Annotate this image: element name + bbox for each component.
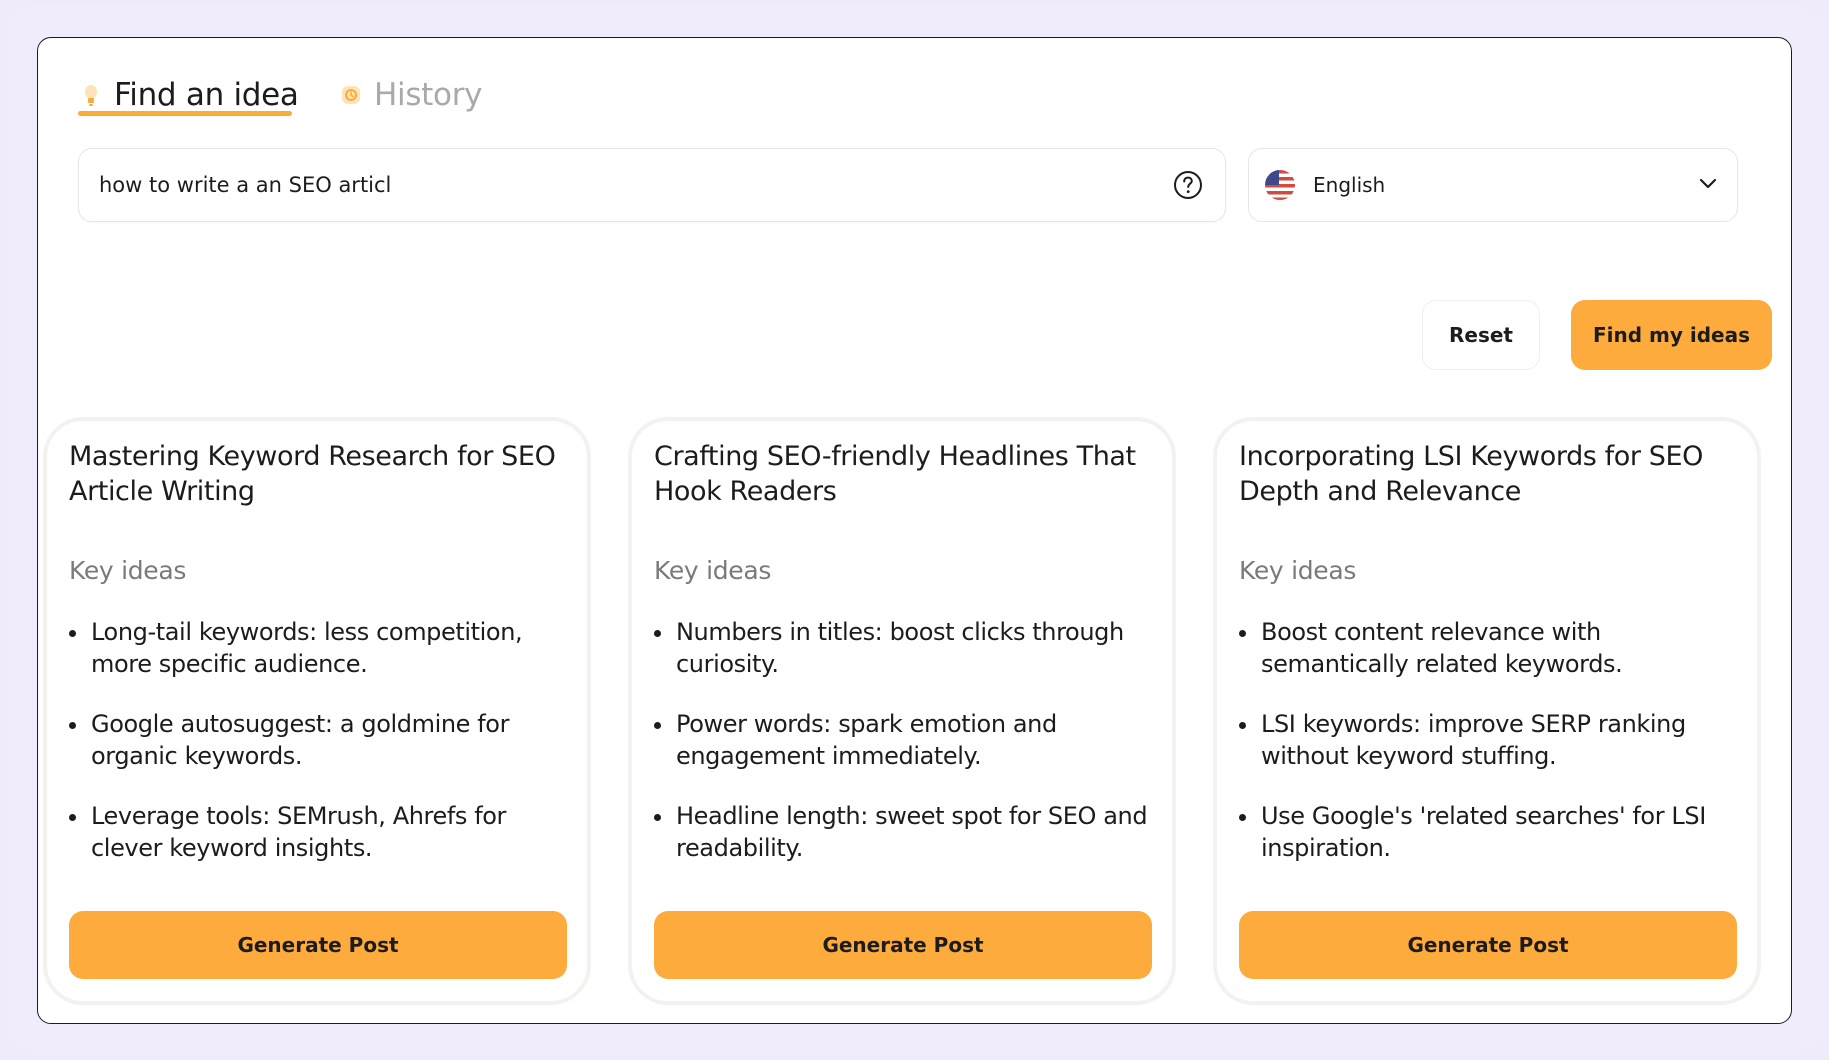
lightbulb-icon: [78, 82, 104, 108]
key-idea-item: Long-tail keywords: less competition, mo…: [69, 616, 569, 680]
chevron-down-icon: [1697, 172, 1719, 198]
card-title: Mastering Keyword Research for SEO Artic…: [69, 441, 556, 507]
language-label: English: [1313, 173, 1386, 197]
language-select[interactable]: English: [1248, 148, 1738, 222]
tab-history-label: History: [374, 77, 483, 113]
key-idea-item: Boost content relevance with semanticall…: [1239, 616, 1739, 680]
key-ideas-label: Key ideas: [69, 556, 187, 585]
card-title: Incorporating LSI Keywords for SEO Depth…: [1239, 441, 1704, 507]
key-idea-item: Headline length: sweet spot for SEO and …: [654, 800, 1154, 864]
idea-card: Mastering Keyword Research for SEO Artic…: [43, 417, 591, 1005]
search-field[interactable]: [78, 148, 1226, 222]
key-ideas-label: Key ideas: [1239, 556, 1357, 585]
key-idea-item: Use Google's 'related searches' for LSI …: [1239, 800, 1739, 864]
idea-card: Crafting SEO-friendly Headlines That Hoo…: [628, 417, 1176, 1005]
key-ideas-list: Numbers in titles: boost clicks through …: [654, 616, 1154, 892]
key-idea-item: Google autosuggest: a goldmine for organ…: [69, 708, 569, 772]
us-flag-icon: [1265, 170, 1295, 200]
search-input[interactable]: [99, 173, 1171, 197]
generate-post-button[interactable]: Generate Post: [69, 911, 567, 979]
key-idea-item: Power words: spark emotion and engagemen…: [654, 708, 1154, 772]
idea-finder-panel: Find an idea History how to write a an S…: [37, 37, 1792, 1024]
card-title: Crafting SEO-friendly Headlines That Hoo…: [654, 441, 1136, 507]
find-my-ideas-button[interactable]: Find my ideas: [1571, 300, 1772, 370]
history-icon: [338, 82, 364, 108]
key-idea-item: Leverage tools: SEMrush, Ahrefs for clev…: [69, 800, 569, 864]
tab-find-an-idea[interactable]: Find an idea: [78, 60, 299, 130]
help-circle-icon[interactable]: [1171, 168, 1205, 202]
key-ideas-list: Long-tail keywords: less competition, mo…: [69, 616, 569, 892]
key-idea-item: LSI keywords: improve SERP ranking witho…: [1239, 708, 1739, 772]
generate-post-button[interactable]: Generate Post: [1239, 911, 1737, 979]
key-idea-item: Numbers in titles: boost clicks through …: [654, 616, 1154, 680]
active-tab-indicator: [78, 111, 292, 116]
idea-card: Incorporating LSI Keywords for SEO Depth…: [1213, 417, 1761, 1005]
generate-post-button[interactable]: Generate Post: [654, 911, 1152, 979]
key-ideas-list: Boost content relevance with semanticall…: [1239, 616, 1739, 892]
reset-button[interactable]: Reset: [1422, 300, 1540, 370]
tab-find-label: Find an idea: [114, 77, 299, 113]
tab-history[interactable]: History: [338, 60, 482, 130]
key-ideas-label: Key ideas: [654, 556, 772, 585]
